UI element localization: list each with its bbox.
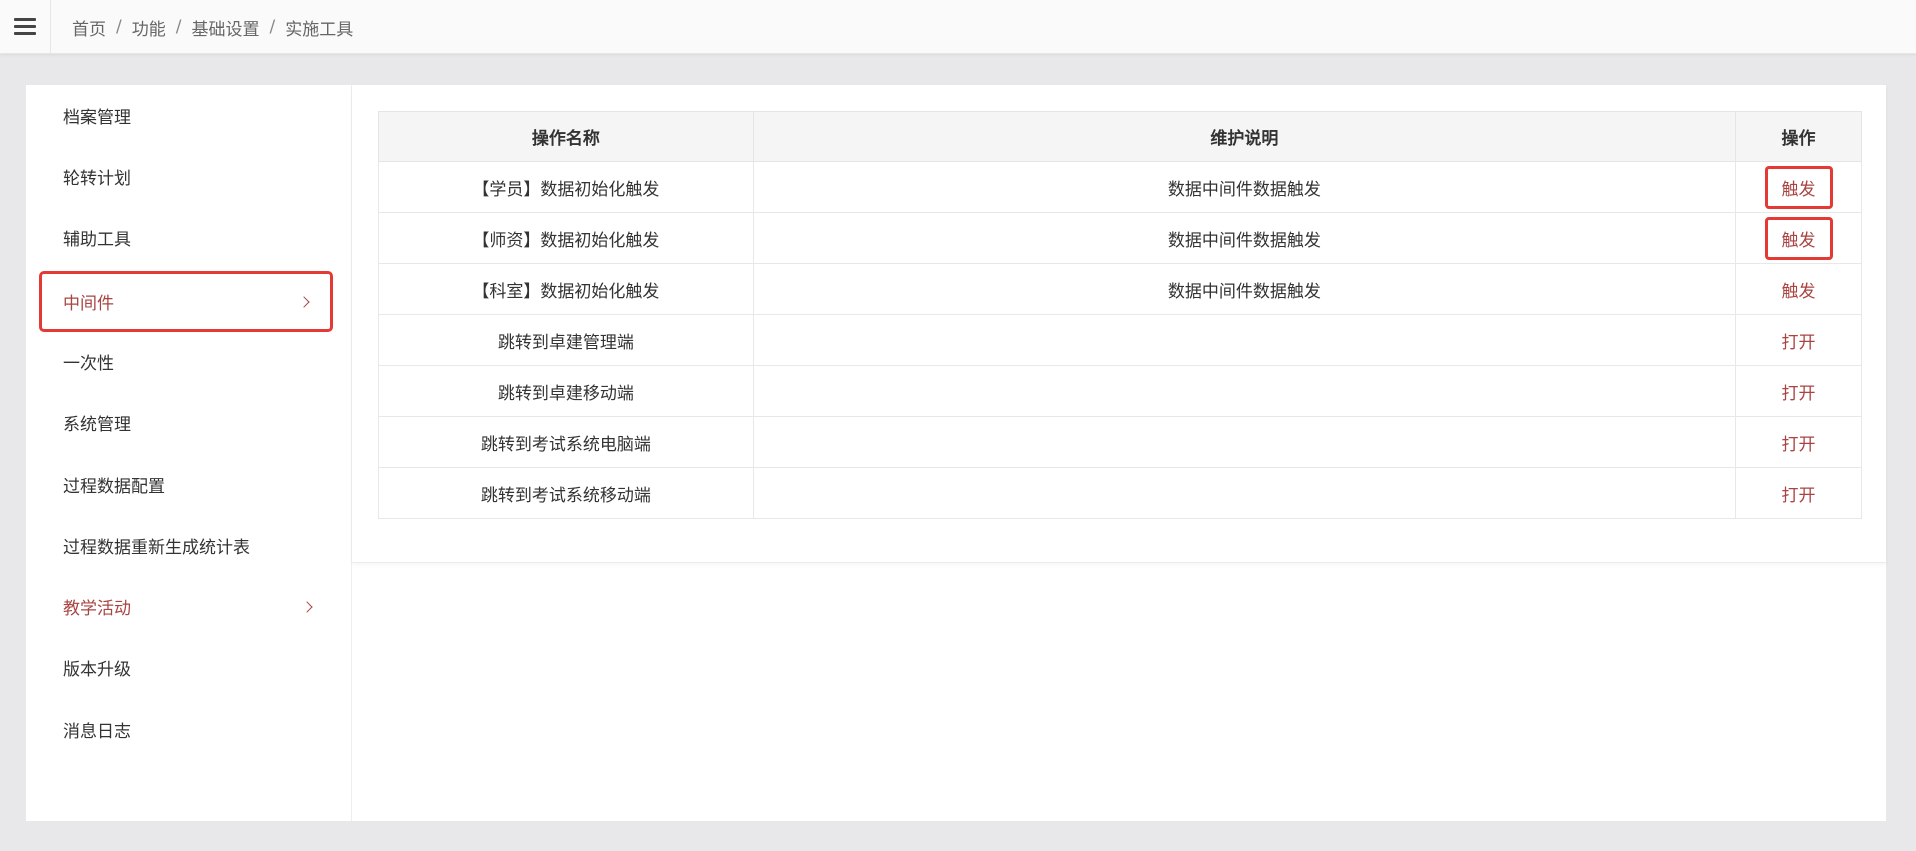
table-row: 【师资】数据初始化触发 数据中间件数据触发 触发: [378, 212, 1862, 264]
sidebar-item-label: 中间件: [63, 294, 114, 314]
description-cell: [752, 365, 1737, 417]
sidebar-item-process-data-config[interactable]: 过程数据配置: [39, 454, 333, 515]
main-card: 档案管理 轮转计划 辅助工具 中间件 一次性 系统管理 过程数据配置 过程数据重…: [26, 85, 1886, 821]
sidebar-item-label: 过程数据配置: [63, 477, 165, 497]
action-cell: 触发: [1735, 161, 1862, 213]
operations-table: 操作名称 维护说明 操作 【学员】数据初始化触发 数据中间件数据触发 触发 【师…: [378, 111, 1862, 519]
breadcrumb-separator: /: [175, 17, 182, 37]
action-cell: 打开: [1735, 365, 1862, 417]
open-button[interactable]: 打开: [1782, 375, 1816, 408]
sidebar-item-archive-management[interactable]: 档案管理: [39, 85, 333, 146]
action-cell: 触发: [1735, 212, 1862, 264]
sidebar-item-regenerate-statistics[interactable]: 过程数据重新生成统计表: [39, 515, 333, 576]
breadcrumb-basic-settings[interactable]: 基础设置: [191, 15, 259, 40]
sidebar-item-label: 轮转计划: [63, 169, 131, 189]
sidebar-item-one-time[interactable]: 一次性: [39, 331, 333, 392]
sidebar-item-version-upgrade[interactable]: 版本升级: [39, 637, 333, 698]
operation-name-cell: 【科室】数据初始化触发: [378, 263, 754, 315]
sidebar-item-label: 教学活动: [63, 599, 131, 619]
operation-name-cell: 跳转到卓建管理端: [378, 314, 754, 366]
column-header-action: 操作: [1735, 111, 1862, 162]
action-cell: 触发: [1735, 263, 1862, 315]
action-cell: 打开: [1735, 467, 1862, 519]
trigger-button[interactable]: 触发: [1782, 273, 1816, 306]
table-row: 跳转到考试系统电脑端 打开: [378, 416, 1862, 468]
sidebar-item-label: 一次性: [63, 354, 114, 374]
action-cell: 打开: [1735, 314, 1862, 366]
column-header-operation-name: 操作名称: [378, 111, 754, 162]
breadcrumb-current: 实施工具: [285, 19, 354, 40]
operation-name-cell: 【师资】数据初始化触发: [378, 212, 754, 264]
description-cell: [752, 416, 1737, 468]
table-row: 跳转到考试系统移动端 打开: [378, 467, 1862, 519]
sidebar-item-middleware[interactable]: 中间件: [39, 271, 333, 332]
operation-name-cell: 【学员】数据初始化触发: [378, 161, 754, 213]
sidebar: 档案管理 轮转计划 辅助工具 中间件 一次性 系统管理 过程数据配置 过程数据重…: [26, 85, 352, 821]
sidebar-item-label: 消息日志: [63, 722, 131, 742]
breadcrumb-home[interactable]: 首页: [72, 15, 106, 40]
sidebar-item-message-log[interactable]: 消息日志: [39, 699, 333, 760]
description-cell: [752, 467, 1737, 519]
action-cell: 打开: [1735, 416, 1862, 468]
chevron-right-icon: [301, 600, 313, 613]
table-row: 跳转到卓建管理端 打开: [378, 314, 1862, 366]
sidebar-item-label: 辅助工具: [63, 230, 131, 250]
sidebar-item-teaching-activities[interactable]: 教学活动: [39, 576, 333, 637]
table-row: 【科室】数据初始化触发 数据中间件数据触发 触发: [378, 263, 1862, 315]
chevron-right-icon: [298, 295, 310, 308]
operation-name-cell: 跳转到考试系统移动端: [378, 467, 754, 519]
breadcrumb-separator: /: [116, 17, 122, 37]
sidebar-item-label: 档案管理: [63, 108, 131, 128]
description-cell: 数据中间件数据触发: [752, 161, 1737, 213]
content-panel: 操作名称 维护说明 操作 【学员】数据初始化触发 数据中间件数据触发 触发 【师…: [352, 85, 1886, 563]
table-header-row: 操作名称 维护说明 操作: [378, 111, 1862, 162]
breadcrumb-function[interactable]: 功能: [132, 15, 166, 40]
sidebar-item-label: 过程数据重新生成统计表: [63, 538, 250, 558]
trigger-button[interactable]: 触发: [1764, 216, 1833, 260]
hamburger-menu-button[interactable]: [0, 0, 51, 54]
description-cell: 数据中间件数据触发: [752, 212, 1737, 264]
table-row: 【学员】数据初始化触发 数据中间件数据触发 触发: [378, 161, 1862, 213]
sidebar-item-system-management[interactable]: 系统管理: [39, 392, 333, 453]
hamburger-icon: [14, 18, 36, 36]
sidebar-item-rotation-plan[interactable]: 轮转计划: [39, 146, 333, 207]
trigger-button[interactable]: 触发: [1764, 165, 1833, 209]
column-header-description: 维护说明: [752, 111, 1737, 162]
top-bar: 首页 / 功能 / 基础设置 / 实施工具: [0, 0, 1916, 54]
sidebar-item-label: 系统管理: [63, 415, 131, 435]
description-cell: 数据中间件数据触发: [752, 263, 1737, 315]
sidebar-item-label: 版本升级: [63, 660, 131, 680]
breadcrumb: 首页 / 功能 / 基础设置 / 实施工具: [72, 0, 353, 54]
open-button[interactable]: 打开: [1782, 477, 1816, 510]
table-row: 跳转到卓建移动端 打开: [378, 365, 1862, 417]
open-button[interactable]: 打开: [1782, 426, 1816, 459]
operation-name-cell: 跳转到考试系统电脑端: [378, 416, 754, 468]
description-cell: [752, 314, 1737, 366]
open-button[interactable]: 打开: [1782, 324, 1816, 357]
operation-name-cell: 跳转到卓建移动端: [378, 365, 754, 417]
sidebar-item-auxiliary-tools[interactable]: 辅助工具: [39, 207, 333, 268]
breadcrumb-separator: /: [269, 17, 276, 37]
